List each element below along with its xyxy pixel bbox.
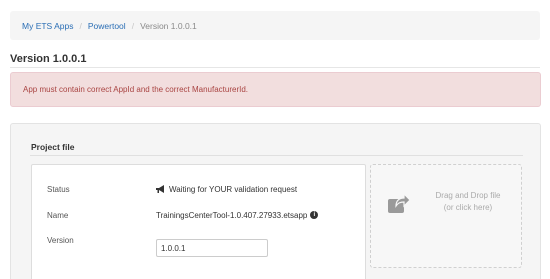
status-value-wrap: Waiting for YOUR validation request xyxy=(156,185,297,194)
project-details-box: Status Waiting for YOUR validation reque… xyxy=(31,164,366,279)
dropzone-line1: Drag and Drop file xyxy=(435,191,501,200)
status-value: Waiting for YOUR validation request xyxy=(169,184,298,194)
name-value-wrap: TrainingsCenterTool-1.0.407.27933.etsapp… xyxy=(156,210,319,220)
file-dropzone[interactable]: Drag and Drop file (or click here) xyxy=(370,164,522,268)
megaphone-icon xyxy=(156,185,164,193)
project-file-panel: Project file Status Waiting for YOUR val… xyxy=(10,123,541,279)
version-label: Version xyxy=(47,235,74,245)
title-divider xyxy=(10,67,540,68)
section-title: Project file xyxy=(31,142,75,152)
section-divider xyxy=(30,155,523,156)
version-row: Version xyxy=(32,231,365,257)
breadcrumb-powertool[interactable]: Powertool xyxy=(88,21,126,31)
page-title: Version 1.0.0.1 xyxy=(10,53,87,65)
breadcrumb: My ETS Apps / Powertool / Version 1.0.0.… xyxy=(10,11,540,40)
info-icon[interactable]: i xyxy=(310,211,319,219)
breadcrumb-current-version: Version 1.0.0.1 xyxy=(140,20,197,31)
dropzone-line2: (or click here) xyxy=(443,203,493,212)
share-arrow-icon xyxy=(388,192,411,213)
name-value: TrainingsCenterTool-1.0.407.27933.etsapp xyxy=(156,210,308,220)
error-alert: App must contain correct AppId and the c… xyxy=(10,72,541,107)
breadcrumb-separator: / xyxy=(79,20,82,31)
name-label: Name xyxy=(47,210,69,220)
version-input[interactable] xyxy=(156,239,268,257)
alert-message: App must contain correct AppId and the c… xyxy=(23,85,249,94)
breadcrumb-my-ets-apps[interactable]: My ETS Apps xyxy=(22,21,74,31)
status-row: Status Waiting for YOUR validation reque… xyxy=(32,180,365,198)
status-label: Status xyxy=(47,184,70,194)
breadcrumb-separator: / xyxy=(131,20,135,31)
name-row: Name TrainingsCenterTool-1.0.407.27933.e… xyxy=(32,206,365,224)
dropzone-text: Drag and Drop file (or click here) xyxy=(423,190,513,214)
